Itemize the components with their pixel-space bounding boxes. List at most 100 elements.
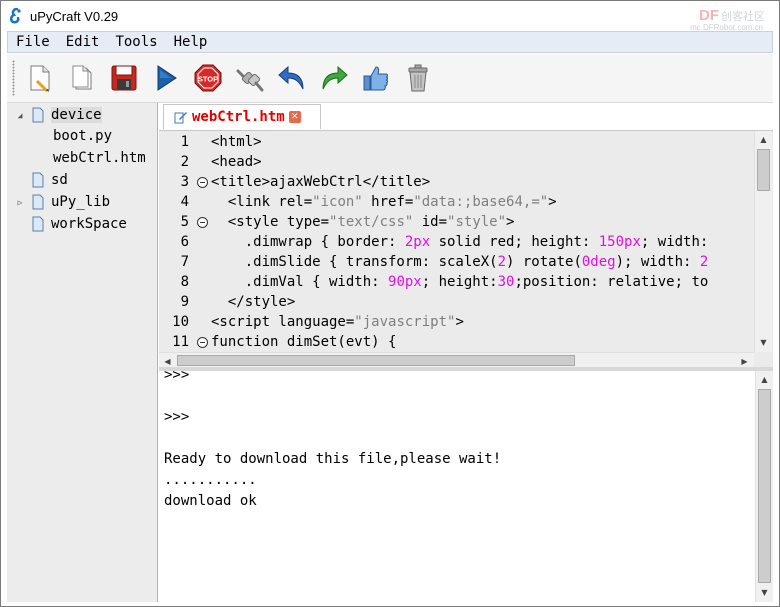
fold-marker-icon[interactable]: [197, 217, 208, 228]
open-file-button[interactable]: [65, 60, 99, 96]
code-token: <link rel=: [211, 194, 313, 210]
scroll-up-arrow-icon[interactable]: ▲: [756, 371, 773, 388]
code-token: >: [455, 314, 464, 330]
tree-node-upy-lib[interactable]: ▷ uPy_lib: [15, 192, 110, 212]
scroll-down-arrow-icon[interactable]: ▼: [756, 584, 773, 601]
code-line: <html>: [211, 132, 262, 152]
scroll-thumb[interactable]: [177, 355, 575, 366]
menu-edit[interactable]: Edit: [58, 34, 108, 50]
redo-arrow-icon: [322, 65, 348, 90]
code-token: "javascript": [354, 314, 456, 330]
file-icon: [32, 172, 44, 188]
code-token: ); width:: [615, 254, 700, 270]
syntax-check-button[interactable]: [359, 60, 393, 96]
fold-marker-icon[interactable]: [197, 337, 208, 348]
new-file-button[interactable]: [23, 60, 57, 96]
fold-marker-icon[interactable]: [197, 177, 208, 188]
tab-label: webCtrl.htm: [192, 109, 285, 125]
menu-bar: File Edit Tools Help: [7, 31, 773, 53]
undo-button[interactable]: [275, 60, 309, 96]
line-number: 3: [180, 174, 189, 190]
editor-vertical-scrollbar[interactable]: ▲ ▼: [754, 131, 772, 352]
collapsed-arrow-icon[interactable]: ▷: [15, 198, 25, 207]
code-token: ; height:: [421, 274, 498, 290]
code-token: solid red; height:: [430, 234, 599, 250]
code-token: <head>: [211, 154, 262, 170]
code-token: .dimSlide { transform: scaleX(: [211, 254, 498, 270]
clear-button[interactable]: [401, 60, 435, 96]
code-token: .dimwrap { border:: [211, 234, 405, 250]
code-token: <html>: [211, 134, 262, 150]
tab-webctrl-htm[interactable]: webCtrl.htm ✕: [163, 104, 321, 129]
close-icon[interactable]: ✕: [288, 111, 301, 123]
tree-node-workspace[interactable]: workSpace: [15, 214, 127, 234]
line-number: 6: [180, 234, 189, 250]
file-icon: [32, 216, 44, 232]
undo-arrow-icon: [278, 65, 304, 90]
line-number: 2: [180, 154, 189, 170]
tree-node-webctrl-htm[interactable]: webCtrl.htm: [53, 148, 146, 168]
line-number: 5: [180, 214, 189, 230]
file-icon: [32, 194, 44, 210]
code-line: <head>: [211, 152, 262, 172]
scroll-down-arrow-icon[interactable]: ▼: [755, 334, 772, 351]
code-token: 90px: [388, 274, 422, 290]
code-line: .dimSlide { transform: scaleX(2) rotate(…: [211, 252, 709, 272]
menu-help[interactable]: Help: [166, 34, 216, 50]
file-edit-icon: [174, 112, 187, 124]
code-token: <script language=: [211, 314, 355, 330]
connect-button[interactable]: [233, 60, 267, 96]
menu-file[interactable]: File: [8, 34, 58, 50]
terminal-line: >>>: [164, 367, 190, 383]
stop-button[interactable]: STOP: [191, 60, 225, 96]
code-token: 2: [497, 254, 507, 270]
window-title: uPyCraft V0.29: [30, 8, 119, 24]
code-token: function dimSet(evt) {: [211, 334, 397, 350]
toolbar-grip[interactable]: [12, 60, 15, 96]
code-token: "data:;base64,=": [413, 194, 549, 210]
line-number: 11: [172, 334, 189, 350]
terminal-output[interactable]: ▲ ▼ >>> >>> Ready to download this file,pl…: [159, 367, 773, 602]
save-button[interactable]: [107, 60, 141, 96]
tab-bar: webCtrl.htm ✕: [159, 103, 773, 129]
redo-button[interactable]: [317, 60, 351, 96]
code-token: 0deg: [581, 254, 616, 270]
scroll-up-arrow-icon[interactable]: ▲: [755, 131, 772, 148]
code-token: 150px: [598, 234, 641, 250]
terminal-vertical-scrollbar[interactable]: ▲ ▼: [755, 371, 773, 602]
stop-sign-icon: STOP: [194, 64, 222, 92]
code-token: <style type=: [211, 214, 330, 230]
tree-node-device[interactable]: ◢ device: [15, 105, 102, 125]
open-file-icon: [72, 65, 92, 90]
file-icon: [32, 107, 44, 123]
code-text-area[interactable]: <html> <head> <title>ajaxWebCtrl</title> <…: [211, 131, 751, 352]
tree-node-sd[interactable]: sd: [15, 170, 68, 190]
line-number: 9: [180, 294, 189, 310]
tree-label: webCtrl.htm: [53, 150, 146, 166]
line-number: 10: [172, 314, 189, 330]
menu-tools[interactable]: Tools: [107, 34, 165, 50]
code-token: id=: [413, 214, 448, 230]
tree-node-boot-py[interactable]: boot.py: [53, 126, 112, 146]
line-number: 8: [180, 274, 189, 290]
code-token: >: [548, 194, 557, 210]
code-token: ; width:: [640, 234, 717, 250]
line-number: 7: [180, 254, 189, 270]
editor-horizontal-scrollbar[interactable]: ◀ ▶: [159, 352, 754, 367]
svg-text:STOP: STOP: [198, 75, 218, 84]
scroll-thumb[interactable]: [758, 389, 771, 583]
code-token: >: [506, 214, 515, 230]
expanded-arrow-icon[interactable]: ◢: [15, 111, 25, 120]
code-token: 30: [497, 274, 515, 290]
tree-label: workSpace: [51, 216, 127, 232]
terminal-line: Ready to download this file,please wait!: [164, 451, 502, 467]
scroll-right-arrow-icon[interactable]: ▶: [736, 353, 753, 367]
line-number-gutter: 1 2 3 4 5 6 7 8 9 10 11: [159, 131, 197, 352]
code-token: "icon": [312, 194, 363, 210]
code-editor[interactable]: 1 2 3 4 5 6 7 8 9 10 11 <html> <head> <title>ajaxWeb…: [159, 130, 773, 367]
run-button[interactable]: [149, 60, 183, 96]
thumbs-up-icon: [363, 66, 388, 91]
code-line: <style type="text/css" id="style">: [211, 212, 515, 232]
scroll-thumb[interactable]: [757, 149, 770, 191]
tree-label: uPy_lib: [51, 194, 111, 210]
